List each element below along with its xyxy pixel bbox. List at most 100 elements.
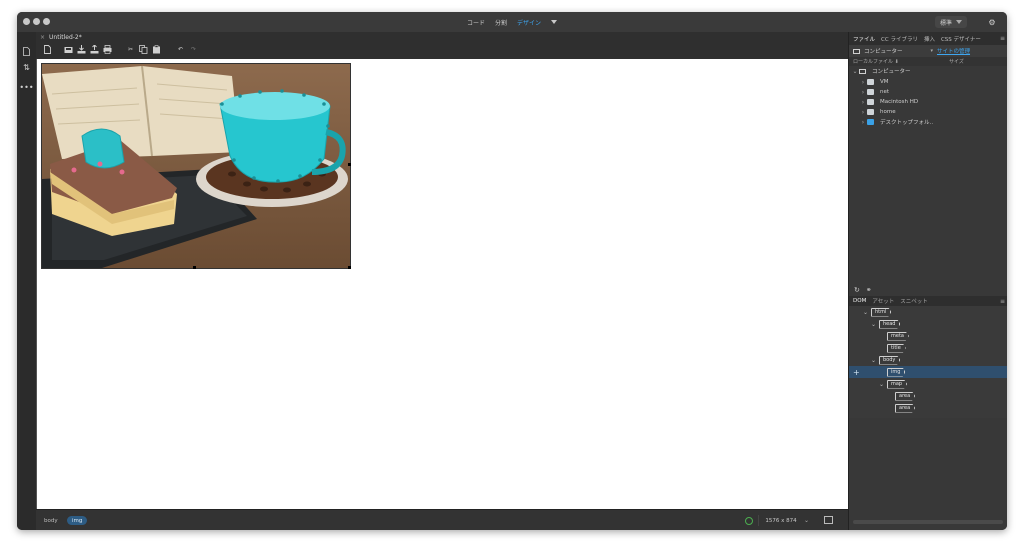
tab-assets[interactable]: アセット — [872, 297, 894, 305]
tab-files[interactable]: ファイル — [853, 35, 875, 43]
tab-insert[interactable]: 挿入 — [924, 35, 935, 43]
dom-node-meta[interactable]: meta — [849, 330, 1007, 342]
chevron-down-icon[interactable]: ⌄ — [851, 68, 859, 75]
dom-tag: html — [871, 307, 892, 317]
resize-handle-bottom[interactable] — [193, 266, 196, 269]
tree-item-desktop-folder[interactable]: › デスクトップフォル‥ — [849, 117, 1007, 127]
monitor-icon — [859, 68, 866, 74]
drive-icon — [867, 99, 874, 105]
chevron-right-icon[interactable]: › — [859, 89, 867, 96]
design-canvas[interactable] — [36, 59, 849, 509]
dom-tag: area — [895, 403, 916, 413]
tree-item-vm[interactable]: › VM — [849, 77, 1007, 87]
dom-tag: map — [887, 379, 908, 389]
panel-scrollbar[interactable] — [853, 520, 1003, 524]
location-dropdown[interactable]: コンピューター ▾ — [853, 47, 933, 55]
app-window: コード 分割 デザイン 標準 ⚙ ⇅ ••• × Untitled-2* ✂ ↶… — [17, 12, 1007, 530]
dom-node-img[interactable]: + img — [849, 366, 1007, 378]
dom-node-area[interactable]: area — [849, 390, 1007, 402]
chevron-down-icon[interactable]: ⌄ — [871, 357, 876, 364]
tab-css-designer[interactable]: CSS デザイナー — [941, 35, 981, 43]
chevron-down-icon[interactable]: ⌄ — [804, 517, 809, 524]
panel-menu-icon[interactable]: ≡ — [1000, 298, 1005, 305]
tab-snippets[interactable]: スニペット — [900, 297, 928, 305]
tag-selector-img[interactable]: img — [67, 516, 88, 525]
resize-handle-corner[interactable] — [348, 266, 351, 269]
chevron-right-icon[interactable]: › — [859, 109, 867, 116]
workspace-switcher[interactable]: 標準 — [934, 16, 967, 28]
chevron-right-icon[interactable]: › — [859, 119, 867, 126]
tab-cc-libraries[interactable]: CC ライブラリ — [881, 35, 918, 43]
chevron-right-icon[interactable]: › — [859, 99, 867, 106]
redo-icon[interactable]: ↷ — [188, 44, 199, 55]
tree-item-macintosh-hd[interactable]: › Macintosh HD — [849, 97, 1007, 107]
tree-item-label: デスクトップフォル‥ — [880, 120, 934, 126]
tree-item-home[interactable]: › home — [849, 107, 1007, 117]
connect-icon[interactable]: ⚭ — [866, 286, 872, 294]
dom-panel-tabs: DOM アセット スニペット ≡ — [849, 296, 1007, 306]
refresh-icon[interactable]: ↻ — [854, 286, 860, 294]
dom-node-html[interactable]: ⌄ html — [849, 306, 1007, 318]
window-size-label: 1576 x 874 — [765, 517, 797, 524]
tree-item-label: net — [880, 89, 890, 95]
status-ok-icon — [745, 517, 753, 525]
monitor-icon — [853, 48, 860, 54]
chevron-down-icon[interactable] — [551, 20, 558, 24]
window-size-selector[interactable]: 1576 x 874 — [758, 515, 803, 526]
more-icon[interactable]: ••• — [19, 82, 33, 93]
tab-dom[interactable]: DOM — [853, 298, 866, 304]
dom-tree: ⌄ html ⌄ head meta title ⌄ body + img ⌄ … — [849, 306, 1007, 418]
paste-icon[interactable] — [151, 44, 162, 55]
gear-icon[interactable]: ⚙ — [985, 16, 999, 28]
chevron-right-icon[interactable]: › — [859, 79, 867, 86]
column-size-header[interactable]: サイズ — [949, 58, 964, 65]
dom-node-area[interactable]: area — [849, 402, 1007, 414]
cake-coffee-photo[interactable] — [41, 63, 351, 269]
resize-handle-right[interactable] — [348, 163, 351, 166]
chevron-down-icon: ▾ — [930, 48, 933, 54]
dom-tag: meta — [887, 331, 909, 341]
view-mode-switcher: コード 分割 デザイン — [17, 12, 1007, 32]
save-all-icon[interactable] — [76, 44, 87, 55]
close-tab-icon[interactable]: × — [40, 34, 45, 41]
title-bar: コード 分割 デザイン 標準 ⚙ — [17, 12, 1007, 33]
chevron-down-icon[interactable]: ⌄ — [871, 321, 876, 328]
files-panel-tabs: ファイル CC ライブラリ 挿入 CSS デザイナー ≡ — [849, 32, 1007, 45]
copy-icon[interactable] — [138, 44, 149, 55]
chevron-down-icon[interactable]: ⌄ — [879, 381, 884, 388]
cut-icon[interactable]: ✂ — [125, 44, 136, 55]
document-tab[interactable]: × Untitled-2* — [38, 33, 88, 42]
dom-node-map[interactable]: ⌄ map — [849, 378, 1007, 390]
mode-code[interactable]: コード — [467, 18, 485, 27]
mode-split[interactable]: 分割 — [495, 18, 507, 27]
add-element-icon[interactable]: + — [853, 368, 860, 377]
chevron-down-icon — [956, 20, 962, 24]
undo-icon[interactable]: ↶ — [175, 44, 186, 55]
mode-design[interactable]: デザイン — [517, 18, 541, 27]
chevron-down-icon[interactable]: ⌄ — [863, 309, 868, 316]
upload-icon[interactable] — [89, 44, 100, 55]
file-icon[interactable] — [20, 46, 33, 57]
tree-item-label: Macintosh HD — [880, 99, 919, 105]
arrange-icon[interactable]: ⇅ — [20, 62, 33, 73]
tree-item-label: コンピューター — [872, 69, 911, 75]
dom-node-title[interactable]: title — [849, 342, 1007, 354]
document-title: Untitled-2* — [49, 34, 82, 41]
column-name-header[interactable]: ローカルファイル ⬇ — [853, 58, 949, 65]
tree-item-computer[interactable]: ⌄ コンピューター — [849, 66, 1007, 76]
manage-sites-link[interactable]: サイトの管理 — [937, 47, 970, 55]
tree-item-label: home — [880, 109, 896, 115]
live-preview-icon[interactable] — [824, 516, 833, 524]
print-icon[interactable] — [102, 44, 113, 55]
save-icon[interactable] — [63, 44, 74, 55]
dom-node-head[interactable]: ⌄ head — [849, 318, 1007, 330]
drive-icon — [867, 89, 874, 95]
tag-selector-body[interactable]: body — [39, 516, 63, 525]
tree-item-net[interactable]: › net — [849, 87, 1007, 97]
new-doc-icon[interactable] — [42, 44, 53, 55]
tree-item-label: VM — [880, 79, 889, 85]
panel-menu-icon[interactable]: ≡ — [1000, 35, 1005, 42]
document-bar: × Untitled-2* ✂ ↶ ↷ — [36, 32, 848, 59]
drive-icon — [867, 79, 874, 85]
dom-node-body[interactable]: ⌄ body — [849, 354, 1007, 366]
